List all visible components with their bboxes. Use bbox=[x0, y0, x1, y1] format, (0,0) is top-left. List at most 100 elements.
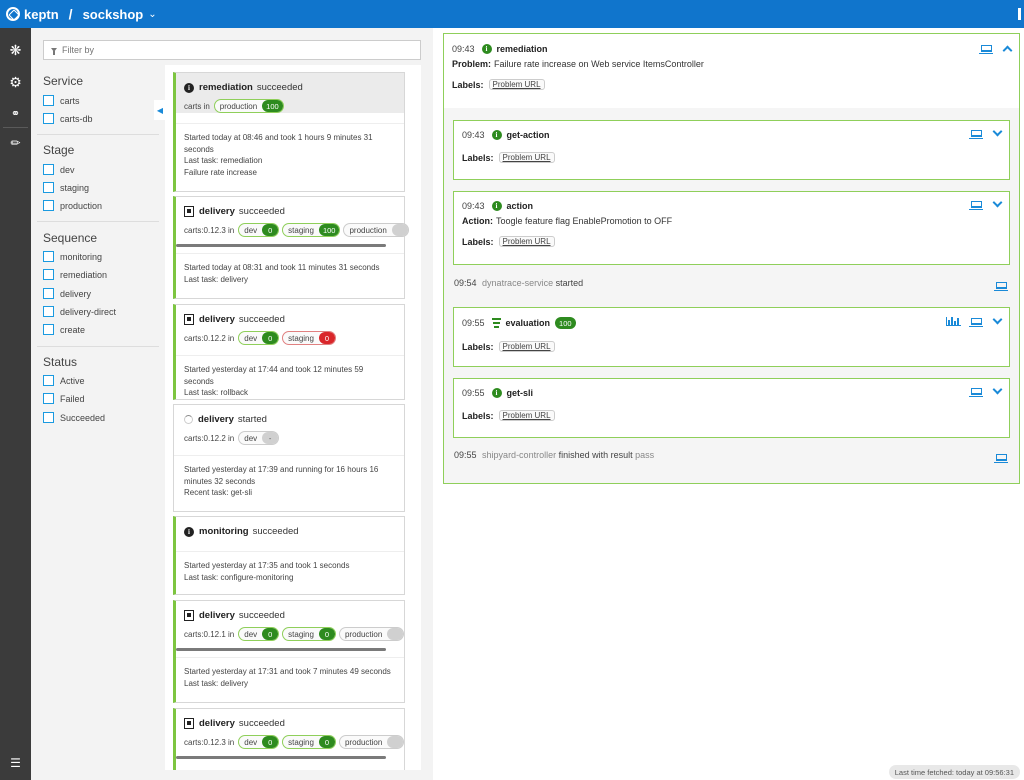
sequence-card-delivery[interactable]: delivery succeeded carts:0.12.1 in dev 0 s… bbox=[173, 600, 405, 703]
event-service: shipyard-controller bbox=[482, 450, 557, 460]
checkbox[interactable] bbox=[43, 200, 54, 211]
checkbox[interactable] bbox=[43, 251, 54, 262]
view-event-icon[interactable] bbox=[969, 130, 983, 139]
checkbox[interactable] bbox=[43, 324, 54, 335]
filter-option-monitoring[interactable]: monitoring bbox=[43, 251, 102, 262]
stage-chip-staging[interactable]: staging 0 bbox=[282, 735, 336, 749]
task-card-action[interactable]: 09:43 i action Action: Toogle feature flag … bbox=[453, 191, 1010, 265]
chevron-down-icon[interactable] bbox=[992, 197, 1003, 208]
checkbox[interactable] bbox=[43, 375, 54, 386]
nav-divider bbox=[3, 127, 28, 128]
sequence-card-delivery[interactable]: delivery succeeded carts:0.12.3 in dev 0 s… bbox=[173, 708, 405, 770]
labels-label: Labels: bbox=[462, 236, 494, 247]
checkbox[interactable] bbox=[43, 95, 54, 106]
task-card-get-sli[interactable]: 09:55 i get-sli Labels: Problem URL bbox=[453, 378, 1010, 438]
sequence-card-remediation[interactable]: i remediation succeeded carts in productio… bbox=[173, 72, 405, 192]
event-shipyard-controller: 09:55 shipyard-controller finished with … bbox=[454, 450, 654, 460]
filter-option-failed[interactable]: Failed bbox=[43, 393, 85, 404]
sequence-name: delivery bbox=[198, 414, 234, 425]
chevron-down-icon[interactable] bbox=[992, 384, 1003, 395]
filter-option-remediation[interactable]: remediation bbox=[43, 269, 107, 280]
view-event-icon[interactable] bbox=[969, 318, 983, 327]
checkbox[interactable] bbox=[43, 288, 54, 299]
problem-url-link[interactable]: Problem URL bbox=[498, 152, 555, 163]
keptn-logo[interactable]: keptn bbox=[6, 7, 59, 22]
checkbox[interactable] bbox=[43, 393, 54, 404]
view-event-icon[interactable] bbox=[969, 201, 983, 210]
delivery-icon bbox=[184, 718, 194, 729]
checkbox[interactable] bbox=[43, 113, 54, 124]
sequence-card-delivery[interactable]: delivery started carts:0.12.2 in dev - Sta… bbox=[173, 404, 405, 512]
stage-chip-production[interactable]: production bbox=[338, 627, 405, 641]
event-result: pass bbox=[635, 450, 655, 460]
stage-chip-dev[interactable]: dev 0 bbox=[238, 735, 280, 749]
filter-option-succeeded[interactable]: Succeeded bbox=[43, 412, 105, 423]
filter-option-staging[interactable]: staging bbox=[43, 182, 89, 193]
sequence-name: remediation bbox=[199, 82, 253, 93]
integrations-icon[interactable]: ⚭ bbox=[7, 105, 24, 122]
task-card-evaluation[interactable]: 09:55 evaluation 100 Labels: Problem URL bbox=[453, 307, 1010, 367]
filter-option-carts[interactable]: carts bbox=[43, 95, 80, 106]
problem-url-link[interactable]: Problem URL bbox=[498, 410, 555, 421]
view-event-icon[interactable] bbox=[994, 282, 1008, 291]
chevron-down-icon[interactable] bbox=[992, 126, 1003, 137]
evaluation-chart-icon[interactable] bbox=[946, 317, 961, 326]
sequence-service: carts in bbox=[184, 101, 210, 111]
delivery-icon bbox=[184, 610, 194, 621]
stage-chip-dev[interactable]: dev 0 bbox=[238, 331, 280, 345]
filter-option-create[interactable]: create bbox=[43, 324, 85, 335]
stage-scrollbar[interactable] bbox=[176, 244, 386, 247]
chevron-up-icon[interactable] bbox=[1002, 45, 1013, 56]
sequence-desc-line: minutes 32 seconds bbox=[184, 476, 256, 486]
stage-chip-dev[interactable]: dev 0 bbox=[238, 223, 280, 237]
problem-url-link[interactable]: Problem URL bbox=[498, 341, 555, 352]
problem-url-link[interactable]: Problem URL bbox=[498, 236, 555, 247]
chevron-down-icon[interactable]: ⌄ bbox=[148, 9, 156, 20]
user-menu-icon[interactable] bbox=[1018, 8, 1022, 20]
sequence-card-delivery[interactable]: delivery succeeded carts:0.12.3 in dev 0 s… bbox=[173, 196, 409, 299]
filter-option-dev[interactable]: dev bbox=[43, 164, 75, 175]
checkbox[interactable] bbox=[43, 306, 54, 317]
view-event-icon[interactable] bbox=[994, 454, 1008, 463]
task-name: action bbox=[506, 201, 534, 211]
stage-chip-production[interactable]: production bbox=[338, 735, 405, 749]
stage-score-badge: 100 bbox=[262, 100, 283, 112]
services-icon[interactable]: ❋ bbox=[7, 42, 24, 59]
evaluation-score-badge: 100 bbox=[555, 317, 576, 329]
stage-chip-dev[interactable]: dev 0 bbox=[238, 627, 280, 641]
chevron-down-icon[interactable] bbox=[992, 314, 1003, 325]
stage-chip-production[interactable]: production 100 bbox=[213, 99, 284, 113]
stage-scrollbar[interactable] bbox=[176, 756, 386, 759]
project-selector[interactable]: sockshop bbox=[83, 7, 144, 22]
sequence-card-delivery[interactable]: delivery succeeded carts:0.12.2 in dev 0 s… bbox=[173, 304, 405, 400]
checkbox[interactable] bbox=[43, 164, 54, 175]
view-event-icon[interactable] bbox=[969, 388, 983, 397]
sequences-icon[interactable]: ✏ bbox=[7, 134, 24, 151]
stage-chip-production[interactable]: production bbox=[343, 223, 409, 237]
stage-chip-dev[interactable]: dev - bbox=[238, 431, 280, 445]
filter-option-production[interactable]: production bbox=[43, 200, 102, 211]
filter-option-active[interactable]: Active bbox=[43, 375, 85, 386]
filter-input[interactable] bbox=[62, 45, 402, 55]
task-time: 09:43 bbox=[462, 201, 485, 211]
checkbox[interactable] bbox=[43, 182, 54, 193]
stage-scrollbar[interactable] bbox=[176, 648, 386, 651]
menu-icon[interactable]: ☰ bbox=[7, 754, 24, 771]
checkbox[interactable] bbox=[43, 269, 54, 280]
settings-icon[interactable]: ⚙ bbox=[7, 74, 24, 91]
sequence-card-monitoring[interactable]: i monitoring succeeded Started yesterday a… bbox=[173, 516, 405, 595]
filter-group-sequence: Sequence bbox=[43, 231, 98, 245]
stage-chip-staging[interactable]: staging 0 bbox=[282, 627, 336, 641]
view-in-bridge-icon[interactable] bbox=[979, 45, 993, 54]
sequence-name: delivery bbox=[199, 610, 235, 621]
filter-option-delivery-direct[interactable]: delivery-direct bbox=[43, 306, 116, 317]
stage-chip-staging[interactable]: staging 100 bbox=[282, 223, 341, 237]
filter-option-delivery[interactable]: delivery bbox=[43, 288, 91, 299]
problem-url-link[interactable]: Problem URL bbox=[488, 79, 545, 90]
top-bar: keptn / sockshop ⌄ bbox=[0, 0, 1024, 28]
task-card-get-action[interactable]: 09:43 i get-action Labels: Problem URL bbox=[453, 120, 1010, 180]
checkbox[interactable] bbox=[43, 412, 54, 423]
filter-option-carts-db[interactable]: carts-db bbox=[43, 113, 93, 124]
stage-chip-staging[interactable]: staging 0 bbox=[282, 331, 336, 345]
filter-box[interactable] bbox=[43, 40, 421, 60]
